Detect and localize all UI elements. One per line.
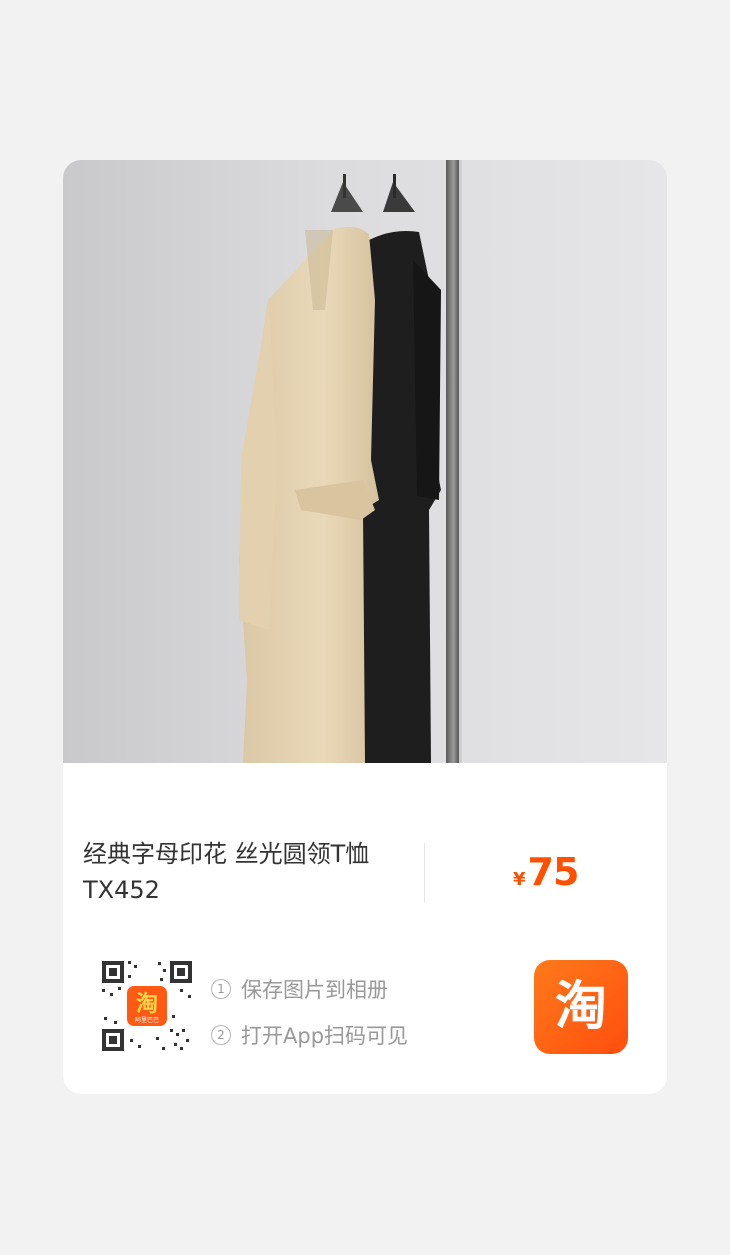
instruction-step-1: 1 保存图片到相册 (211, 966, 408, 1012)
product-code: TX452 (83, 876, 160, 904)
qr-code[interactable]: 淘 阿里巴巴 (100, 959, 194, 1053)
step-text-2: 打开App扫码可见 (241, 1024, 409, 1048)
step-text-1: 保存图片到相册 (241, 978, 388, 1002)
product-title-line1: 经典字母印花 丝光圆领T恤 (83, 840, 370, 868)
instruction-step-2: 2 打开App扫码可见 (211, 1012, 408, 1058)
qr-center-logo-char: 淘 (136, 991, 158, 1017)
qr-center-logo-caption: 阿里巴巴 (135, 1016, 159, 1024)
taobao-logo-icon[interactable]: 淘 (534, 960, 628, 1054)
step-number-2: 2 (211, 1025, 231, 1045)
product-title[interactable]: 经典字母印花 丝光圆领T恤 TX452 (83, 836, 413, 908)
scan-instructions: 1 保存图片到相册 2 打开App扫码可见 (211, 966, 408, 1058)
currency-symbol: ¥ (513, 869, 526, 890)
product-share-card: 经典字母印花 丝光圆领T恤 TX452 ¥ 75 淘 阿里巴巴 1 保存图片到相… (63, 160, 667, 1094)
product-image[interactable] (63, 160, 667, 763)
taobao-logo-char: 淘 (554, 977, 607, 1037)
price: ¥ 75 (513, 850, 580, 900)
step-number-1: 1 (211, 979, 231, 999)
price-amount: 75 (527, 850, 580, 894)
divider (424, 843, 425, 903)
